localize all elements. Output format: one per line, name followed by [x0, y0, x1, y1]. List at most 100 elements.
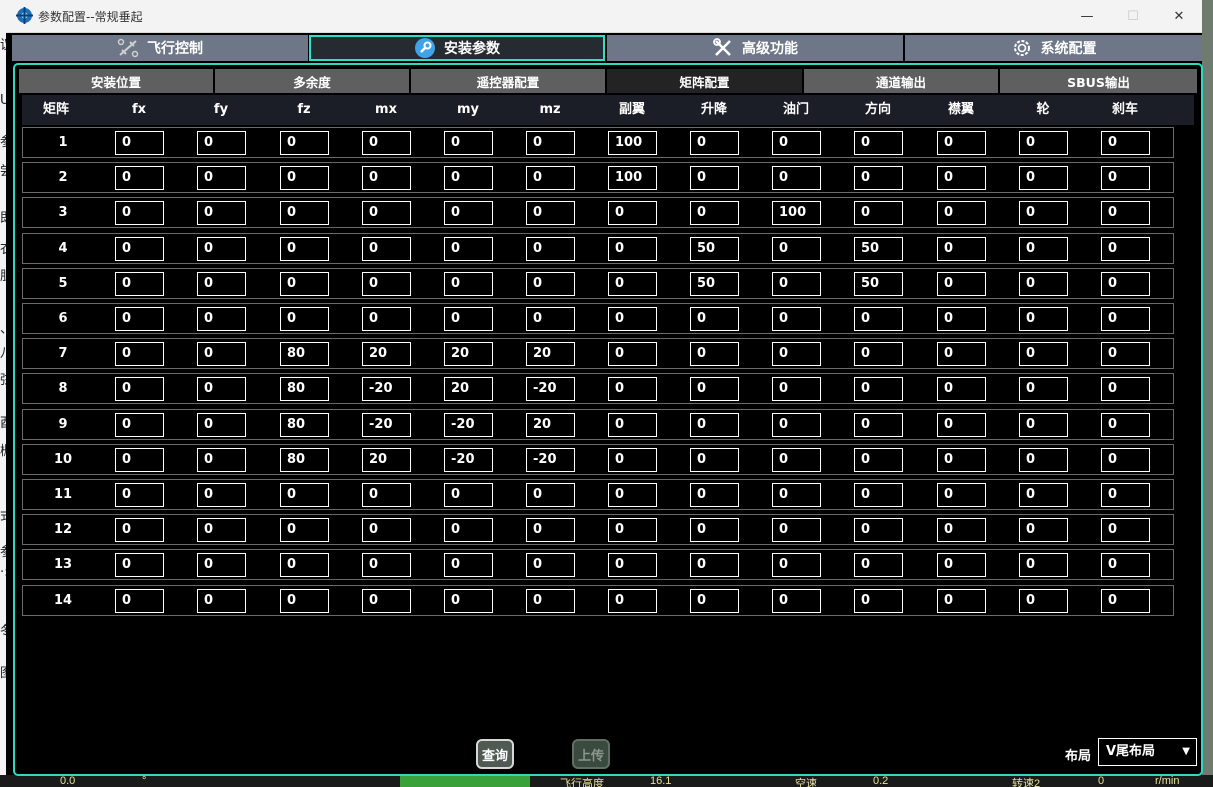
- subtab-channel-output[interactable]: 通道输出: [804, 69, 1000, 93]
- matrix-cell-input[interactable]: 0: [115, 237, 164, 261]
- matrix-cell-input[interactable]: 0: [772, 518, 821, 542]
- matrix-cell-input[interactable]: 0: [608, 448, 657, 472]
- matrix-cell-input[interactable]: 0: [115, 553, 164, 577]
- matrix-cell-input[interactable]: 0: [526, 518, 575, 542]
- matrix-cell-input[interactable]: 0: [608, 237, 657, 261]
- close-button[interactable]: ✕: [1156, 0, 1202, 32]
- matrix-cell-input[interactable]: 0: [772, 413, 821, 437]
- matrix-cell-input[interactable]: 0: [115, 342, 164, 366]
- matrix-cell-input[interactable]: 0: [1019, 201, 1068, 225]
- matrix-cell-input[interactable]: 0: [854, 483, 903, 507]
- matrix-cell-input[interactable]: 50: [854, 237, 903, 261]
- matrix-cell-input[interactable]: 0: [1101, 131, 1150, 155]
- matrix-cell-input[interactable]: 0: [115, 377, 164, 401]
- matrix-cell-input[interactable]: 20: [444, 342, 493, 366]
- matrix-cell-input[interactable]: 0: [362, 201, 411, 225]
- minimize-button[interactable]: —: [1064, 0, 1110, 32]
- matrix-cell-input[interactable]: -20: [362, 377, 411, 401]
- matrix-cell-input[interactable]: 0: [197, 272, 246, 296]
- matrix-cell-input[interactable]: 0: [197, 553, 246, 577]
- matrix-cell-input[interactable]: 0: [937, 342, 986, 366]
- matrix-cell-input[interactable]: 0: [197, 307, 246, 331]
- matrix-cell-input[interactable]: 80: [280, 342, 329, 366]
- tab-install-params[interactable]: 安装参数: [309, 35, 605, 61]
- matrix-cell-input[interactable]: 0: [444, 201, 493, 225]
- matrix-cell-input[interactable]: 0: [608, 201, 657, 225]
- matrix-cell-input[interactable]: 0: [115, 166, 164, 190]
- matrix-cell-input[interactable]: 0: [690, 518, 739, 542]
- matrix-cell-input[interactable]: 0: [854, 131, 903, 155]
- matrix-cell-input[interactable]: 0: [608, 518, 657, 542]
- matrix-cell-input[interactable]: 0: [854, 201, 903, 225]
- matrix-cell-input[interactable]: 0: [115, 201, 164, 225]
- matrix-cell-input[interactable]: 0: [854, 589, 903, 613]
- matrix-cell-input[interactable]: 0: [1019, 342, 1068, 366]
- matrix-cell-input[interactable]: 0: [115, 589, 164, 613]
- subtab-matrix-config[interactable]: 矩阵配置: [607, 69, 804, 93]
- matrix-cell-input[interactable]: 0: [526, 307, 575, 331]
- matrix-cell-input[interactable]: 0: [526, 272, 575, 296]
- matrix-cell-input[interactable]: 0: [115, 518, 164, 542]
- matrix-cell-input[interactable]: 0: [690, 448, 739, 472]
- matrix-cell-input[interactable]: 0: [854, 448, 903, 472]
- matrix-cell-input[interactable]: 0: [280, 553, 329, 577]
- upload-button[interactable]: 上传: [572, 739, 610, 769]
- matrix-cell-input[interactable]: 0: [1019, 377, 1068, 401]
- matrix-cell-input[interactable]: 0: [1101, 201, 1150, 225]
- matrix-cell-input[interactable]: 0: [690, 131, 739, 155]
- matrix-cell-input[interactable]: 0: [1101, 307, 1150, 331]
- matrix-cell-input[interactable]: 20: [444, 377, 493, 401]
- matrix-cell-input[interactable]: 0: [115, 413, 164, 437]
- tab-system-config[interactable]: 系统配置: [905, 35, 1202, 61]
- matrix-cell-input[interactable]: 0: [1019, 553, 1068, 577]
- matrix-cell-input[interactable]: 0: [1101, 237, 1150, 261]
- matrix-cell-input[interactable]: 0: [690, 307, 739, 331]
- matrix-cell-input[interactable]: 0: [362, 553, 411, 577]
- matrix-cell-input[interactable]: 0: [280, 483, 329, 507]
- matrix-cell-input[interactable]: 0: [937, 201, 986, 225]
- matrix-cell-input[interactable]: 0: [362, 518, 411, 542]
- matrix-cell-input[interactable]: 0: [772, 272, 821, 296]
- matrix-cell-input[interactable]: 0: [1019, 483, 1068, 507]
- matrix-cell-input[interactable]: 80: [280, 377, 329, 401]
- query-button[interactable]: 查询: [476, 739, 514, 769]
- matrix-cell-input[interactable]: 0: [197, 518, 246, 542]
- matrix-cell-input[interactable]: 0: [280, 272, 329, 296]
- matrix-cell-input[interactable]: 0: [362, 307, 411, 331]
- matrix-cell-input[interactable]: 0: [854, 166, 903, 190]
- matrix-cell-input[interactable]: 0: [197, 377, 246, 401]
- matrix-cell-input[interactable]: 0: [937, 237, 986, 261]
- matrix-cell-input[interactable]: 0: [115, 272, 164, 296]
- matrix-cell-input[interactable]: 0: [937, 483, 986, 507]
- matrix-cell-input[interactable]: 0: [608, 377, 657, 401]
- matrix-cell-input[interactable]: 0: [1019, 237, 1068, 261]
- matrix-cell-input[interactable]: 0: [772, 237, 821, 261]
- matrix-cell-input[interactable]: 80: [280, 413, 329, 437]
- matrix-cell-input[interactable]: 20: [526, 342, 575, 366]
- matrix-cell-input[interactable]: 0: [362, 166, 411, 190]
- tab-flight-control[interactable]: 飞行控制: [12, 35, 308, 61]
- matrix-cell-input[interactable]: 0: [690, 166, 739, 190]
- matrix-cell-input[interactable]: -20: [526, 448, 575, 472]
- matrix-cell-input[interactable]: 0: [937, 413, 986, 437]
- matrix-cell-input[interactable]: 0: [1019, 131, 1068, 155]
- matrix-cell-input[interactable]: 0: [690, 413, 739, 437]
- matrix-cell-input[interactable]: 0: [197, 131, 246, 155]
- matrix-cell-input[interactable]: 0: [526, 553, 575, 577]
- matrix-cell-input[interactable]: 0: [1101, 553, 1150, 577]
- matrix-cell-input[interactable]: 0: [1101, 377, 1150, 401]
- matrix-cell-input[interactable]: 0: [115, 307, 164, 331]
- matrix-cell-input[interactable]: 0: [526, 483, 575, 507]
- matrix-cell-input[interactable]: 20: [526, 413, 575, 437]
- matrix-cell-input[interactable]: 0: [444, 483, 493, 507]
- matrix-cell-input[interactable]: 0: [937, 377, 986, 401]
- matrix-cell-input[interactable]: 0: [772, 131, 821, 155]
- matrix-cell-input[interactable]: 0: [690, 553, 739, 577]
- matrix-cell-input[interactable]: 0: [1019, 166, 1068, 190]
- matrix-cell-input[interactable]: 0: [526, 237, 575, 261]
- matrix-cell-input[interactable]: 0: [854, 518, 903, 542]
- matrix-cell-input[interactable]: 0: [115, 483, 164, 507]
- matrix-cell-input[interactable]: 0: [444, 307, 493, 331]
- matrix-cell-input[interactable]: 0: [854, 413, 903, 437]
- title-bar[interactable]: 参数配置--常规垂起 — ☐ ✕: [6, 0, 1202, 33]
